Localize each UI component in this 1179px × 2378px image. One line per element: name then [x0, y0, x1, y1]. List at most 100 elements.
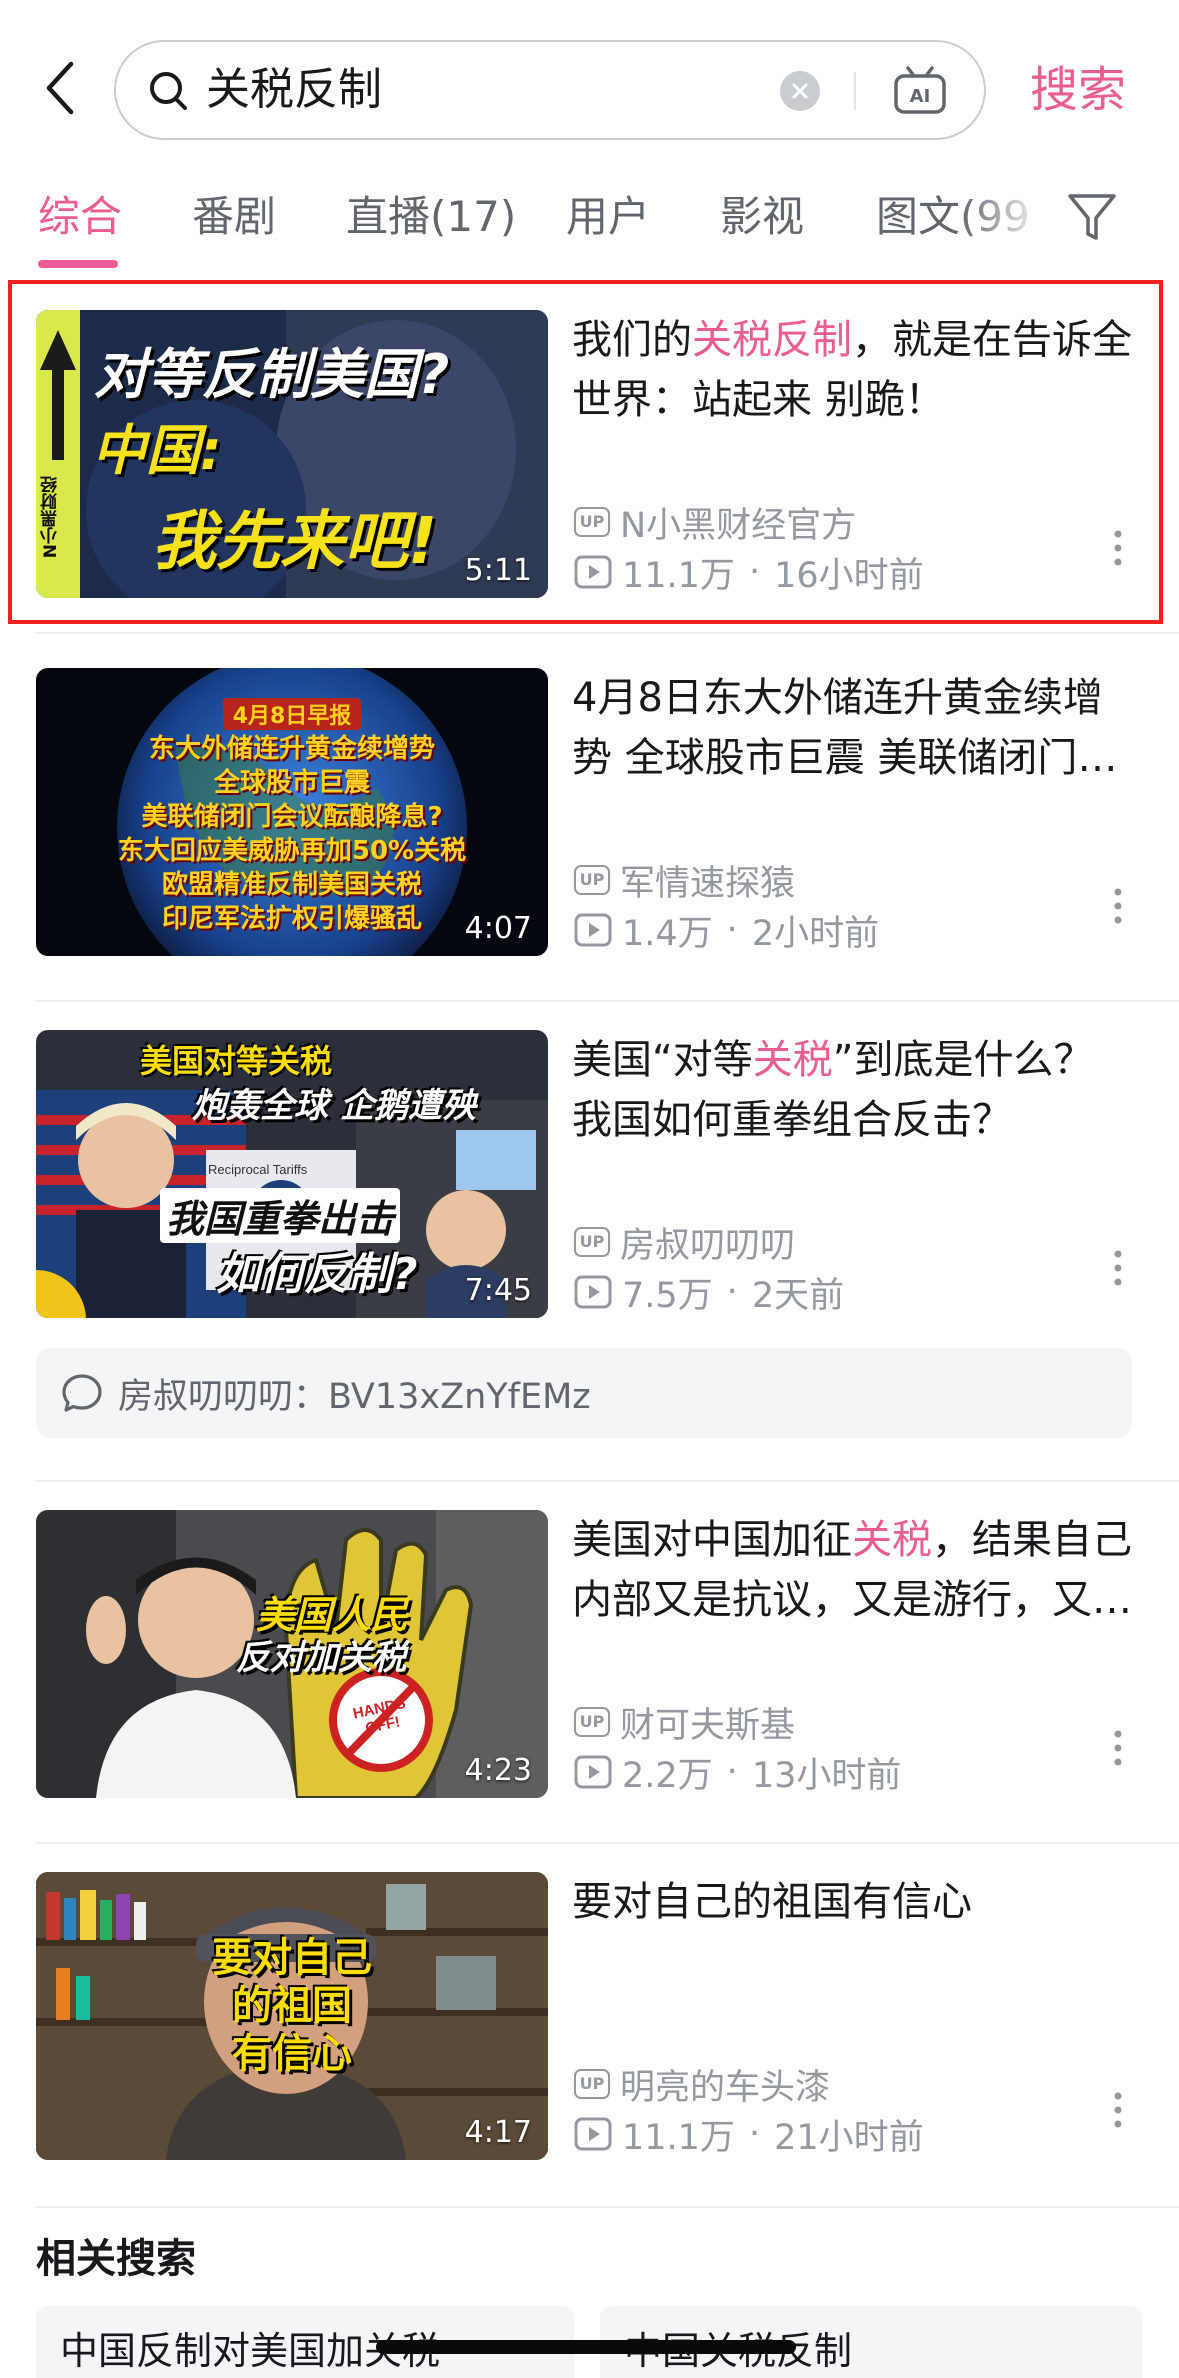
svg-text:AI: AI [910, 86, 931, 107]
video-stats: 7.5万 · 2天前 [574, 1270, 844, 1316]
play-count-icon [574, 1275, 612, 1309]
pinned-comment-strip[interactable]: 房叔叨叨叨：BV13xZnYfEMz [36, 1348, 1132, 1438]
thumbnail-caption-line: 有信心 [232, 2031, 352, 2077]
search-box-divider [854, 72, 856, 110]
separator-dot: · [726, 910, 738, 950]
video-duration: 4:23 [464, 1753, 532, 1788]
more-options-icon[interactable] [1112, 2090, 1124, 2130]
publish-time: 13小时前 [751, 1755, 902, 1796]
up-badge: UP [574, 1707, 610, 1737]
result-type-tabs: 综合 番剧 直播(17) 用户 影视 图文(99 [0, 180, 1179, 270]
author-name[interactable]: 财可夫斯基 [620, 1697, 795, 1748]
tab-live[interactable]: 直播(17) [346, 180, 516, 254]
tab-bangumi[interactable]: 番剧 [192, 180, 276, 254]
video-title[interactable]: 美国对中国加征关税，结果自己内部又是抗议，又是游行，又是各种示威 [572, 1510, 1132, 1630]
publish-time: 2天前 [751, 1275, 845, 1316]
video-stats: 1.4万 · 2小时前 [574, 908, 879, 954]
tab-all[interactable]: 综合 [38, 180, 122, 254]
thumbnail-caption-line: 美联储闭门会议酝酿降息? [141, 802, 443, 832]
video-stats: 2.2万 · 13小时前 [574, 1750, 901, 1796]
view-count: 11.1万 [622, 2117, 735, 2158]
up-badge: UP [574, 1227, 610, 1257]
video-thumbnail[interactable]: 美国人民 反对加关税 HANDS OFF! 4:23 [36, 1510, 548, 1798]
home-indicator [376, 2340, 796, 2354]
separator-dot: · [748, 2114, 761, 2154]
title-keyword-highlight: 关税 [752, 1037, 833, 1083]
thumbnail-caption-2: 炮轰全球 企鹅遭殃 [192, 1086, 476, 1126]
author-row[interactable]: UP 军情速探猿 [574, 858, 795, 904]
video-duration: 7:45 [464, 1273, 532, 1308]
more-options-icon[interactable] [1112, 1728, 1124, 1768]
related-searches-heading: 相关搜索 [36, 2236, 196, 2282]
more-options-icon[interactable] [1112, 886, 1124, 926]
video-duration: 4:17 [464, 2115, 532, 2150]
author-row[interactable]: UP 明亮的车头漆 [574, 2062, 830, 2108]
thumbnail-caption-line: 印尼军法扩权引爆骚乱 [161, 904, 422, 934]
thumbnail-caption-line: 的祖国 [232, 1983, 352, 2029]
divider [36, 2206, 1179, 2208]
play-count-icon [574, 913, 612, 947]
up-badge: UP [574, 865, 610, 895]
thumbnail-caption-1: 美国对等关税 [139, 1042, 332, 1080]
author-row[interactable]: UP 财可夫斯基 [574, 1700, 795, 1746]
tabs-fade-overlay [960, 180, 1060, 260]
video-thumbnail[interactable]: 美国对等关税 炮轰全球 企鹅遭殃 Reciprocal Tariffs 我国重拳… [36, 1030, 548, 1318]
title-text: 4月8日东大外储连升黄金续增势 全球股市巨震 美联储闭门会议酝酿降息？东大回应美… [572, 675, 1118, 781]
thumbnail-caption-line: 4月8日早报 [222, 698, 362, 730]
chevron-left-icon [46, 61, 74, 115]
video-title[interactable]: 要对自己的祖国有信心 [572, 1872, 1132, 1932]
author-name[interactable]: 明亮的车头漆 [620, 2059, 830, 2110]
video-duration: 4:07 [464, 911, 532, 946]
thumbnail-caption-2: 反对加关税 [236, 1638, 406, 1678]
thumbnail-sign-text: Reciprocal Tariffs [208, 1162, 308, 1177]
separator-dot: · [726, 1752, 738, 1792]
thumbnail-caption-line: 要对自己 [212, 1935, 372, 1981]
publish-time: 2小时前 [751, 913, 880, 954]
tab-film[interactable]: 影视 [720, 180, 804, 254]
up-badge: UP [574, 2069, 610, 2099]
search-submit-button[interactable]: 搜索 [1030, 48, 1126, 132]
thumbnail-caption-line: 东大外储连升黄金续增势 [148, 734, 435, 764]
title-text: 要对自己的祖国有信心 [572, 1879, 972, 1925]
video-thumbnail[interactable]: 4月8日早报 东大外储连升黄金续增势 全球股市巨震 美联储闭门会议酝酿降息? 东… [36, 668, 548, 956]
tab-users[interactable]: 用户 [566, 180, 650, 254]
view-count: 7.5万 [622, 1275, 713, 1316]
filter-icon[interactable] [1066, 190, 1118, 244]
divider [36, 632, 1179, 634]
active-tab-indicator [38, 260, 118, 268]
close-icon [792, 83, 808, 99]
video-result-card[interactable]: 要对自己 的祖国 有信心 4:17 要对自己的祖国有信心 UP 明亮的车头漆 1… [0, 1842, 1179, 2182]
search-icon [150, 72, 187, 110]
view-count: 1.4万 [622, 913, 713, 954]
author-row[interactable]: UP 房叔叨叨叨 [574, 1220, 795, 1266]
more-options-icon[interactable] [1112, 1248, 1124, 1288]
title-text: 美国对中国加征 [572, 1517, 852, 1563]
video-title[interactable]: 4月8日东大外储连升黄金续增势 全球股市巨震 美联储闭门会议酝酿降息？东大回应美… [572, 668, 1132, 788]
clear-search-button[interactable] [780, 71, 820, 111]
back-button[interactable] [36, 58, 84, 118]
author-name[interactable]: 军情速探猿 [620, 855, 795, 906]
publish-time: 21小时前 [774, 2117, 924, 2158]
video-title[interactable]: 美国“对等关税”到底是什么？我国如何重拳组合反击？ [572, 1030, 1132, 1150]
thumbnail-caption-line: 全球股市巨震 [213, 768, 370, 798]
comment-text: 房叔叨叨叨：BV13xZnYfEMz [118, 1376, 591, 1417]
separator-dot: · [726, 1272, 738, 1312]
author-name[interactable]: 房叔叨叨叨 [620, 1217, 795, 1268]
view-count: 2.2万 [622, 1755, 713, 1796]
search-query-text[interactable]: 关税反制 [206, 42, 382, 138]
title-keyword-highlight: 关税 [852, 1517, 932, 1563]
video-thumbnail[interactable]: 要对自己 的祖国 有信心 4:17 [36, 1872, 548, 2160]
ai-assistant-icon[interactable]: AI [892, 64, 948, 116]
annotation-highlight-box [8, 280, 1163, 624]
title-text: 美国“对等 [572, 1037, 753, 1083]
search-input[interactable]: 关税反制 AI [114, 40, 986, 140]
thumbnail-caption-3: 我国重拳出击 [160, 1188, 401, 1243]
video-result-card[interactable]: 美国对等关税 炮轰全球 企鹅遭殃 Reciprocal Tariffs 我国重拳… [0, 1000, 1179, 1340]
search-header: 关税反制 AI 搜索 [0, 0, 1179, 180]
video-result-card[interactable]: 4月8日早报 东大外储连升黄金续增势 全球股市巨震 美联储闭门会议酝酿降息? 东… [0, 638, 1179, 978]
video-stats: 11.1万 · 21小时前 [574, 2112, 924, 2158]
video-result-card[interactable]: 美国人民 反对加关税 HANDS OFF! 4:23 美国对中国加征关税，结果自… [0, 1480, 1179, 1820]
thumbnail-caption-line: 欧盟精准反制美国关税 [161, 870, 422, 900]
thumbnail-caption-line: 东大回应美威胁再加50%关税 [117, 836, 467, 866]
play-count-icon [574, 2117, 612, 2151]
